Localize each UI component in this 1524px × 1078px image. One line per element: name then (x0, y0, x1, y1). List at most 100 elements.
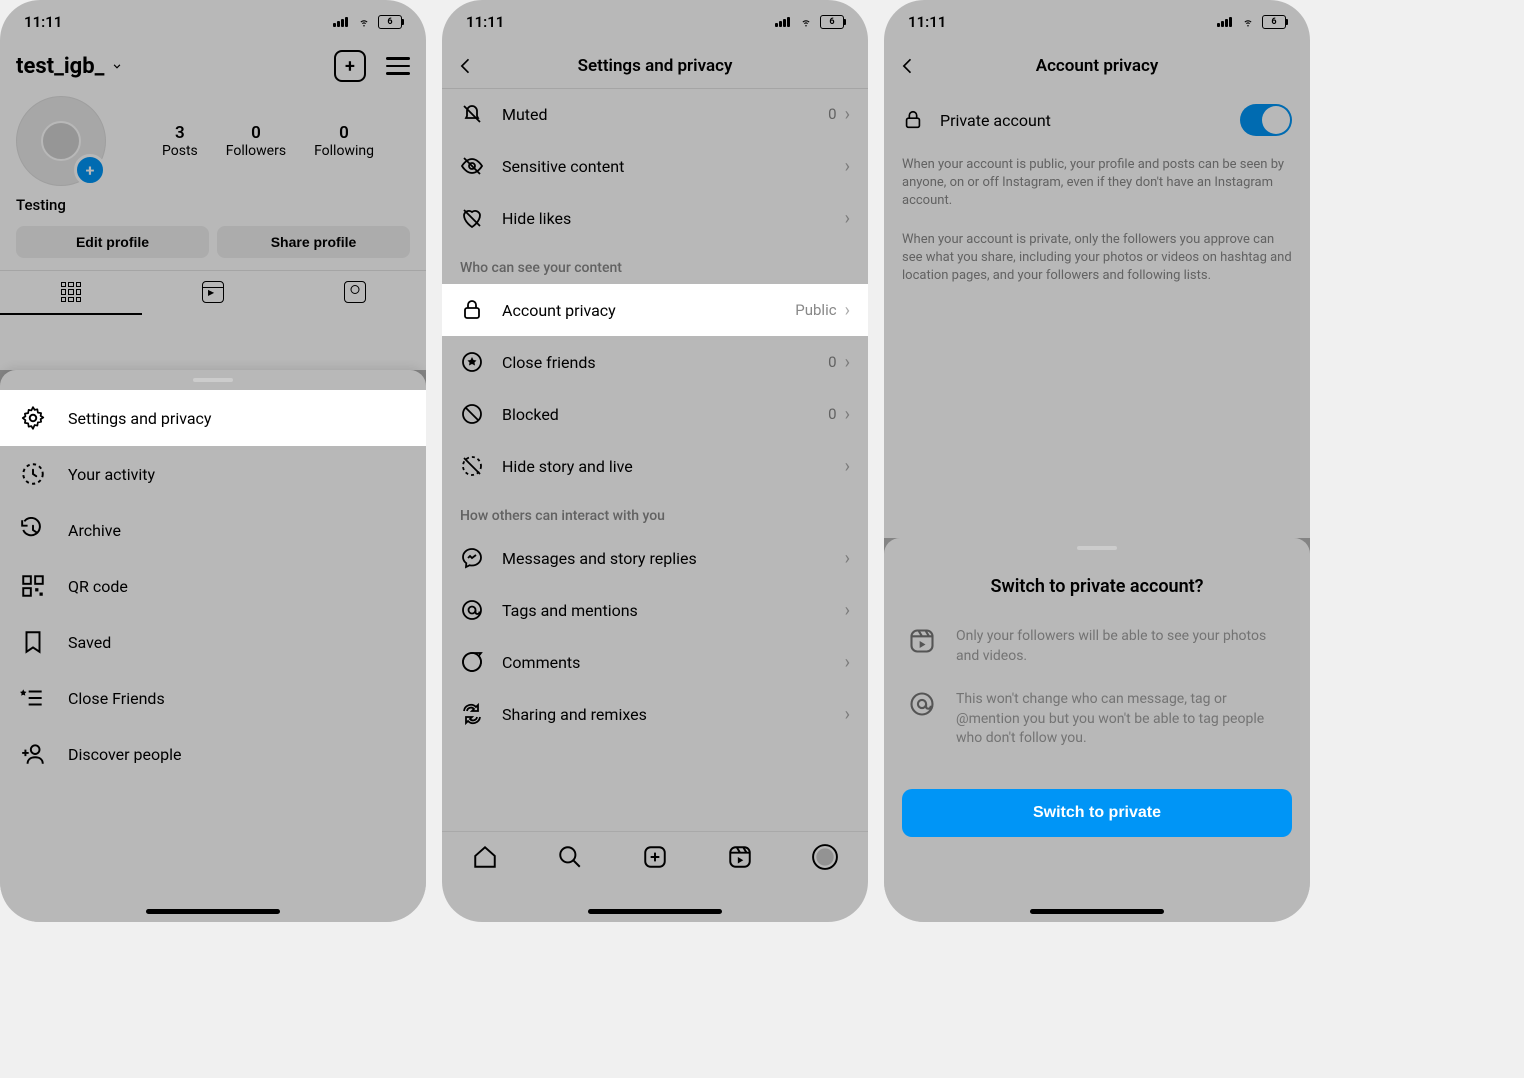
nav-profile-icon[interactable] (812, 844, 838, 870)
block-icon (460, 402, 484, 426)
menu-discover[interactable]: Discover people (0, 726, 426, 803)
wifi-icon (798, 16, 814, 28)
star-circle-icon (460, 350, 484, 374)
sheet-title: Switch to private account? (884, 558, 1310, 615)
item-sharing[interactable]: Sharing and remixes › (442, 688, 868, 740)
menu-settings[interactable]: Settings and privacy (0, 390, 426, 446)
sheet-row-photos: Only your followers will be able to see … (884, 615, 1310, 678)
info-private: When your account is private, only the f… (884, 227, 1310, 286)
nav-header: Settings and privacy (442, 44, 868, 89)
item-tags[interactable]: Tags and mentions › (442, 584, 868, 636)
item-comments[interactable]: Comments › (442, 636, 868, 688)
nav-home-icon[interactable] (472, 844, 498, 870)
menu-archive[interactable]: Archive (0, 502, 426, 558)
item-label: Hide story and live (502, 457, 633, 476)
info-public: When your account is public, your profil… (884, 152, 1310, 211)
item-label: Sensitive content (502, 157, 624, 176)
item-hide-story[interactable]: Hide story and live › (442, 440, 868, 492)
sheet-text: Only your followers will be able to see … (956, 627, 1286, 666)
nav-search-icon[interactable] (557, 844, 583, 870)
phone-settings-privacy: 11:11 6 Settings and privacy Muted 0› Se… (442, 0, 868, 922)
battery-icon: 6 (378, 15, 402, 29)
item-count: 0 (828, 405, 836, 423)
avatar[interactable]: + (16, 96, 106, 186)
status-right: 6 (333, 15, 402, 29)
messenger-icon (460, 546, 484, 570)
chevron-right-icon: › (845, 156, 850, 177)
private-label: Private account (940, 111, 1051, 130)
add-story-icon[interactable]: + (74, 154, 106, 186)
menu-label: Discover people (68, 745, 182, 764)
gear-icon (20, 405, 46, 431)
edit-profile-button[interactable]: Edit profile (16, 226, 209, 258)
username: test_igb_ (16, 54, 104, 79)
menu-saved[interactable]: Saved (0, 614, 426, 670)
chevron-right-icon: › (845, 404, 850, 425)
item-sensitive[interactable]: Sensitive content › (442, 140, 868, 192)
chevron-right-icon: › (845, 104, 850, 125)
share-profile-button[interactable]: Share profile (217, 226, 410, 258)
tab-grid[interactable] (0, 271, 142, 315)
chevron-right-icon: › (845, 600, 850, 621)
story-off-icon (460, 454, 484, 478)
item-label: Close friends (502, 353, 596, 372)
nav-reels-icon[interactable] (727, 844, 753, 870)
menu-label: QR code (68, 577, 128, 596)
private-toggle[interactable] (1240, 104, 1292, 136)
item-label: Account privacy (502, 301, 616, 320)
lock-icon (460, 298, 484, 322)
chevron-right-icon: › (845, 208, 850, 229)
wifi-icon (356, 16, 372, 28)
drawer-handle[interactable] (193, 378, 233, 382)
menu-qr[interactable]: QR code (0, 558, 426, 614)
chevron-right-icon: › (845, 704, 850, 725)
status-time: 11:11 (466, 13, 504, 31)
item-messages[interactable]: Messages and story replies › (442, 532, 868, 584)
tab-tagged[interactable] (284, 271, 426, 315)
qr-icon (20, 573, 46, 599)
sheet-handle[interactable] (1077, 546, 1117, 550)
item-muted[interactable]: Muted 0› (442, 88, 868, 140)
menu-activity[interactable]: Your activity (0, 446, 426, 502)
phone-account-privacy: 11:11 6 Account privacy Private account … (884, 0, 1310, 922)
item-count: 0 (828, 353, 836, 371)
item-label: Muted (502, 105, 548, 124)
stat-posts[interactable]: 3Posts (162, 123, 198, 159)
item-label: Comments (502, 653, 580, 672)
menu-label: Settings and privacy (68, 409, 212, 428)
list-star-icon (20, 685, 46, 711)
back-icon[interactable] (898, 56, 918, 76)
section-who-can-see: Who can see your content (442, 244, 868, 284)
item-hide-likes[interactable]: Hide likes › (442, 192, 868, 244)
item-label: Messages and story replies (502, 549, 697, 568)
status-bar: 11:11 6 (442, 0, 868, 44)
menu-close-friends[interactable]: Close Friends (0, 670, 426, 726)
switch-private-button[interactable]: Switch to private (902, 789, 1292, 837)
stat-following[interactable]: 0Following (314, 123, 374, 159)
menu-icon[interactable] (386, 57, 410, 75)
username-dropdown[interactable]: test_igb_ (16, 54, 124, 79)
status-right: 6 (775, 15, 844, 29)
create-icon[interactable]: + (334, 50, 366, 82)
home-indicator[interactable] (588, 909, 722, 914)
display-name: Testing (0, 196, 426, 214)
back-icon[interactable] (456, 56, 476, 76)
home-indicator[interactable] (1030, 909, 1164, 914)
status-time: 11:11 (24, 13, 62, 31)
stat-followers[interactable]: 0Followers (226, 123, 286, 159)
item-label: Blocked (502, 405, 559, 424)
wifi-icon (1240, 16, 1256, 28)
chevron-right-icon: › (845, 352, 850, 373)
profile-info: + 3Posts 0Followers 0Following (0, 86, 426, 196)
home-indicator[interactable] (146, 909, 280, 914)
settings-list[interactable]: Muted 0› Sensitive content › Hide likes … (442, 88, 868, 844)
private-account-row: Private account (884, 88, 1310, 152)
item-account-privacy[interactable]: Account privacy Public› (442, 284, 868, 336)
status-time: 11:11 (908, 13, 946, 31)
item-label: Sharing and remixes (502, 705, 647, 724)
profile-header: test_igb_ + (0, 44, 426, 86)
nav-create-icon[interactable] (642, 844, 668, 870)
tab-reels[interactable] (142, 271, 284, 315)
item-blocked[interactable]: Blocked 0 › (442, 388, 868, 440)
item-close-friends[interactable]: Close friends 0 › (442, 336, 868, 388)
